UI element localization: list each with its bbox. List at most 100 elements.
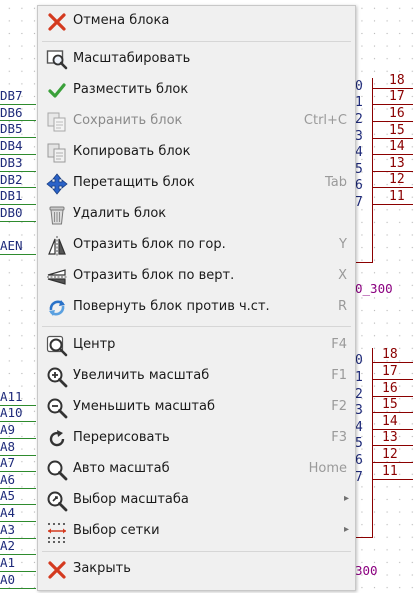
close-x-icon [46, 559, 68, 581]
wire [0, 571, 36, 572]
pin-number: 14 [389, 139, 405, 154]
menu-item-mirror-vertical[interactable]: Отразить блок по верт. X [38, 261, 355, 292]
wire [0, 120, 36, 121]
chip-reference: 300 [355, 563, 378, 578]
pin-number: 1 [355, 370, 363, 385]
grid-select-icon [46, 521, 68, 543]
menu-item-shortcut: F2 [331, 399, 347, 414]
menu-item-rotate-ccw[interactable]: Повернуть блок против ч.ст. R [38, 292, 355, 323]
net-label-db1: DB1 [0, 188, 23, 203]
pin-number: 5 [355, 436, 363, 451]
wire [0, 421, 36, 422]
menu-item-save-block[interactable]: Сохранить блок Ctrl+C [38, 106, 355, 137]
pin-line [373, 154, 413, 155]
chip-outline [372, 348, 373, 538]
menu-separator [42, 326, 351, 327]
mirror-horizontal-icon [46, 235, 68, 257]
menu-item-label: Авто масштаб [73, 461, 170, 476]
menu-item-cancel-block[interactable]: Отмена блока [38, 6, 355, 37]
wire [0, 154, 36, 155]
wire [0, 254, 36, 255]
pin-number: 3 [355, 403, 363, 418]
copy-save-icon [46, 111, 68, 133]
menu-item-label: Удалить блок [73, 206, 167, 221]
pin-number: 11 [382, 464, 398, 479]
pin-number: 16 [382, 381, 398, 396]
menu-item-label: Отразить блок по гор. [73, 237, 226, 252]
menu-item-label: Центр [73, 337, 116, 352]
trash-icon [46, 204, 68, 226]
pin-line [373, 121, 413, 122]
pin-number: 16 [389, 106, 405, 121]
pin-line [373, 479, 413, 480]
wire [0, 187, 36, 188]
net-label-a0: A0 [0, 572, 16, 587]
menu-item-label: Закрыть [73, 561, 131, 576]
menu-item-copy-block[interactable]: Копировать блок [38, 137, 355, 168]
pin-number: 1 [355, 95, 363, 110]
menu-item-zoom-select[interactable]: Выбор масштаба ▸ [38, 485, 355, 516]
menu-item-close[interactable]: Закрыть [38, 554, 355, 585]
net-label-a8: A8 [0, 439, 16, 454]
net-label-db4: DB4 [0, 138, 23, 153]
menu-item-zoom-block[interactable]: Масштабировать [38, 44, 355, 75]
menu-item-center[interactable]: Центр F4 [38, 330, 355, 361]
pin-number: 11 [389, 189, 405, 204]
menu-item-mirror-horizontal[interactable]: Отразить блок по гор. Y [38, 230, 355, 261]
menu-item-label: Перерисовать [73, 430, 170, 445]
menu-item-shortcut: F3 [331, 430, 347, 445]
chip-outline [355, 537, 373, 538]
pin-number: 6 [355, 178, 363, 193]
pin-line [373, 396, 413, 397]
menu-item-label: Выбор сетки [73, 523, 160, 538]
menu-item-label: Отразить блок по верт. [73, 268, 235, 283]
wire [0, 504, 36, 505]
menu-item-place-block[interactable]: Разместить блок [38, 75, 355, 106]
menu-item-zoom-in[interactable]: Увеличить масштаб F1 [38, 361, 355, 392]
checkmark-icon [46, 80, 68, 102]
pin-line [373, 379, 413, 380]
menu-item-label: Сохранить блок [73, 113, 183, 128]
menu-item-label: Разместить блок [73, 82, 189, 97]
zoom-center-icon [46, 335, 68, 357]
menu-item-zoom-auto[interactable]: Авто масштаб Home [38, 454, 355, 485]
pin-number: 17 [389, 89, 405, 104]
menu-item-shortcut: Ctrl+C [303, 113, 347, 128]
zoom-area-icon [46, 49, 68, 71]
pin-number: 15 [389, 123, 405, 138]
net-label-a2: A2 [0, 538, 16, 553]
chip-reference: 0_300 [355, 281, 393, 296]
net-label-a11: A11 [0, 389, 23, 404]
menu-item-redraw[interactable]: Перерисовать F3 [38, 423, 355, 454]
menu-item-shortcut: F4 [331, 337, 347, 352]
menu-item-zoom-out[interactable]: Уменьшить масштаб F2 [38, 392, 355, 423]
move-arrows-icon [46, 173, 68, 195]
chip-outline [355, 262, 373, 263]
wire [0, 538, 36, 539]
pin-line [373, 204, 413, 205]
menu-item-delete-block[interactable]: Удалить блок [38, 199, 355, 230]
net-label-db7: DB7 [0, 88, 23, 103]
menu-item-shortcut: Y [339, 237, 347, 252]
pin-number: 2 [355, 387, 363, 402]
net-label-a9: A9 [0, 422, 16, 437]
menu-item-shortcut: F1 [331, 368, 347, 383]
menu-item-grid-select[interactable]: Выбор сетки ▸ [38, 516, 355, 547]
wire [0, 488, 36, 489]
menu-item-label: Повернуть блок против ч.ст. [73, 299, 270, 314]
menu-item-drag-block[interactable]: Перетащить блок Tab [38, 168, 355, 199]
menu-item-label: Отмена блока [73, 13, 170, 28]
net-label-db5: DB5 [0, 121, 23, 136]
pin-number: 2 [355, 112, 363, 127]
context-menu: Отмена блока Масштабировать Разместить б… [37, 5, 356, 591]
pin-number: 5 [355, 162, 363, 177]
net-label-a4: A4 [0, 505, 16, 520]
redraw-icon [46, 428, 68, 450]
cancel-x-icon [46, 11, 68, 33]
net-label-db6: DB6 [0, 105, 23, 120]
menu-item-shortcut: R [337, 299, 347, 314]
net-label-a7: A7 [0, 455, 16, 470]
wire [0, 471, 36, 472]
net-label-a10: A10 [0, 405, 23, 420]
pin-number: 13 [382, 430, 398, 445]
